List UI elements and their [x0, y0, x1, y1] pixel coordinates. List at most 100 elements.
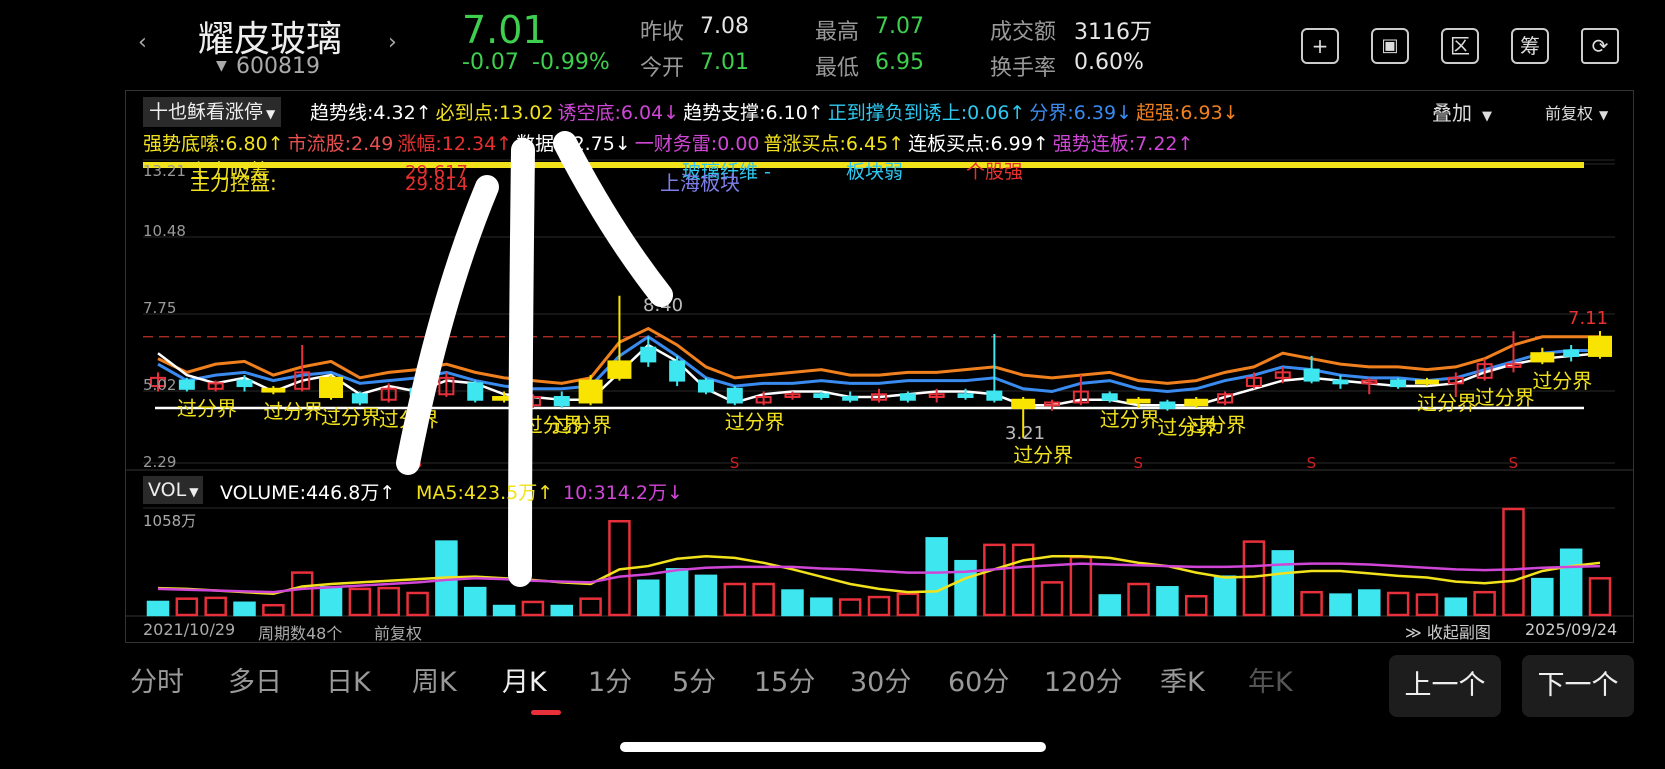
- volume-bar: [1531, 577, 1554, 617]
- sell-mark: S: [1134, 454, 1144, 472]
- volume-bar: [896, 592, 920, 617]
- volume-bar: [175, 597, 199, 617]
- sell-mark: S: [730, 454, 740, 472]
- collapse-subchart-button[interactable]: ≫ 收起副图: [1405, 619, 1491, 643]
- next-stock-button[interactable]: 下一个: [1522, 655, 1634, 717]
- volume-bar: [579, 597, 602, 617]
- candle-body: [640, 346, 657, 363]
- volume-bar: [1011, 543, 1035, 617]
- candle-body: [1101, 393, 1118, 401]
- candle-body: [697, 379, 714, 393]
- candle-body: [261, 387, 286, 393]
- volume-ma5-line: [157, 555, 1601, 596]
- candle-body: [1159, 401, 1176, 409]
- volume-bar: [290, 571, 314, 617]
- volume-bar: [983, 543, 1006, 617]
- candle-body: [578, 379, 603, 404]
- volume-bar: [752, 582, 775, 617]
- volume-bar: [838, 598, 862, 617]
- candle-body: [607, 360, 632, 379]
- volume-bar: [1127, 582, 1150, 617]
- blue-line: [157, 334, 1600, 394]
- volume-bar: [550, 604, 574, 617]
- period-tab[interactable]: 年K: [1248, 660, 1293, 699]
- candle-body: [178, 379, 195, 390]
- y-tick-label: 10.48: [143, 222, 186, 240]
- prev-stock-button[interactable]: 上一个: [1389, 655, 1501, 717]
- period-tab[interactable]: 多日: [228, 660, 282, 699]
- volume-bar: [1358, 589, 1381, 617]
- volume-bar: [1444, 597, 1468, 617]
- period-tab[interactable]: 5分: [672, 660, 716, 699]
- sector-label: 板块弱: [846, 161, 903, 183]
- period-tab[interactable]: 月K: [502, 660, 547, 699]
- period-tab[interactable]: 60分: [948, 660, 1009, 699]
- volume-ma5: MA5:423.5万↑: [416, 482, 554, 504]
- period-tab[interactable]: 15分: [754, 660, 815, 699]
- date-end: 2025/09/24: [1525, 620, 1618, 639]
- volume-bar: [723, 582, 747, 617]
- period-tab[interactable]: 周K: [412, 660, 457, 699]
- volume-bar: [1156, 586, 1179, 617]
- candle-body: [1563, 349, 1580, 357]
- volume-bar: [1386, 591, 1410, 617]
- active-tab-indicator: [531, 710, 561, 715]
- candle-body: [726, 387, 743, 404]
- date-start: 2021/10/29: [143, 620, 236, 639]
- volume-bar: [1271, 550, 1295, 617]
- cross-label: 过分界: [1475, 386, 1535, 410]
- candle-body: [1414, 379, 1439, 385]
- candle-body: [553, 396, 570, 407]
- volume-bar: [1559, 548, 1583, 617]
- y-tick-label: 2.29: [143, 453, 177, 471]
- candle-body: [842, 396, 859, 401]
- sector-label: 上海板块: [660, 171, 740, 195]
- volume-bar: [1329, 593, 1352, 617]
- volume-bar: [694, 574, 718, 617]
- home-indicator[interactable]: [620, 742, 1046, 752]
- sell-mark: S: [1307, 454, 1317, 472]
- volume-bar: [204, 596, 227, 617]
- candle-body: [1303, 368, 1320, 382]
- volume-bar: [637, 579, 660, 617]
- chevron-down-icon: ▼: [189, 485, 199, 499]
- period-tab[interactable]: 30分: [850, 660, 911, 699]
- low-price-label: 3.21: [1005, 423, 1045, 444]
- volume-bar: [319, 586, 343, 617]
- candle-body: [1011, 398, 1036, 409]
- candle-body: [986, 390, 1003, 401]
- volume-bar: [1502, 507, 1525, 617]
- candle-body: [899, 393, 916, 401]
- candle-body: [813, 393, 830, 399]
- volume-bar: [1184, 594, 1208, 617]
- candle-body: [1184, 398, 1209, 407]
- candle-body: [236, 379, 253, 388]
- y-tick-label: 5.02: [143, 376, 177, 394]
- cross-label: 过分界: [1417, 391, 1477, 415]
- volume-bar: [665, 568, 689, 617]
- volume-bar: [810, 597, 833, 617]
- volume-bar: [262, 603, 285, 617]
- annotation-number: 29.814: [405, 174, 468, 195]
- volume-bar: [377, 586, 400, 617]
- period-tab[interactable]: 120分: [1044, 660, 1123, 699]
- candle-body: [669, 360, 686, 382]
- candle-body: [1126, 398, 1151, 404]
- period-tab[interactable]: 季K: [1160, 660, 1205, 699]
- volume-bar: [521, 600, 545, 617]
- volume-max-label: 1058万: [143, 512, 197, 530]
- period-tab[interactable]: 分时: [130, 660, 184, 699]
- cross-label: 过分界: [1532, 369, 1592, 393]
- cross-label: 过分界: [1100, 407, 1160, 431]
- volume-bar: [954, 559, 977, 617]
- candle-body: [319, 376, 344, 399]
- volume-bar: [1415, 593, 1439, 617]
- period-tab[interactable]: 日K: [326, 660, 371, 699]
- volume-bar: [925, 537, 948, 617]
- cross-label: 过分界: [321, 405, 381, 429]
- volume-bar: [348, 587, 372, 617]
- kline-chart[interactable]: 过分界 过分界过分界过分界 过分界过分界 过分界过分界过分界过分界过分界过分界过分界过…: [0, 0, 1665, 769]
- cross-label: 过分界: [1186, 413, 1246, 437]
- period-tab[interactable]: 1分: [588, 660, 632, 699]
- volume-indicator-selector[interactable]: VOL ▼: [143, 476, 204, 504]
